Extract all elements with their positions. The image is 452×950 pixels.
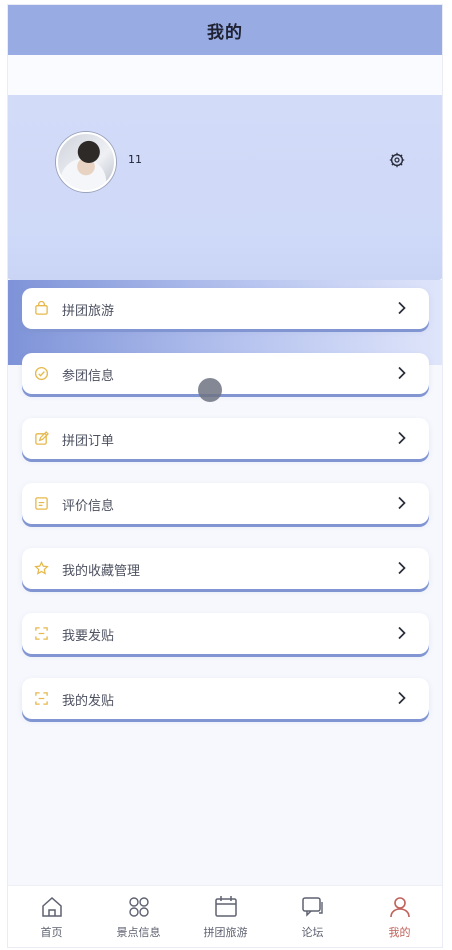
menu-item-reviews[interactable]: 评价信息	[22, 483, 429, 524]
chevron-right-icon	[398, 561, 406, 575]
menu-item-label: 我要发贴	[62, 629, 115, 644]
check-circle-icon	[34, 366, 49, 381]
menu-item-label: 我的发贴	[62, 694, 115, 709]
menu-item-join-info[interactable]: 参团信息	[22, 353, 429, 394]
chevron-right-icon	[398, 626, 406, 640]
chevron-right-icon	[398, 691, 406, 705]
chevron-right-icon	[398, 431, 406, 445]
tab-label: 我的	[388, 926, 411, 939]
tab-home[interactable]: 首页	[8, 894, 95, 946]
bag-icon	[35, 301, 48, 315]
tab-group-tour[interactable]: 拼团旅游	[182, 894, 269, 946]
profile-card: 11	[8, 95, 442, 290]
chevron-right-icon	[398, 496, 406, 510]
touch-indicator	[198, 378, 222, 402]
tab-label: 景点信息	[116, 926, 161, 939]
calendar-icon	[214, 896, 237, 917]
menu-item-my-posts[interactable]: 我的发贴	[22, 678, 429, 719]
menu-item-label: 参团信息	[62, 369, 115, 384]
tab-attractions[interactable]: 景点信息	[95, 894, 182, 946]
menu-item-label: 拼团旅游	[62, 304, 115, 319]
chevron-right-icon	[398, 366, 406, 380]
menu-item-orders[interactable]: 拼团订单	[22, 418, 429, 459]
home-icon	[41, 896, 62, 917]
tab-mine[interactable]: 我的	[356, 894, 442, 946]
phone-screen: 我的 11 拼团旅游 参团信息 拼团订单 评价信息 我的收藏管理 我要发贴 我的…	[7, 4, 443, 948]
menu-item-new-post[interactable]: 我要发贴	[22, 613, 429, 654]
post-icon	[35, 692, 48, 705]
edit-icon	[35, 431, 49, 445]
tab-forum[interactable]: 论坛	[269, 894, 356, 946]
menu-item-group-tour[interactable]: 拼团旅游	[22, 288, 429, 329]
star-icon	[34, 561, 49, 575]
chevron-right-icon	[398, 301, 406, 315]
settings-icon[interactable]	[388, 151, 406, 169]
header-spacer	[8, 55, 442, 95]
top-navbar: 我的	[8, 5, 442, 55]
tab-label: 论坛	[301, 926, 324, 939]
page-title: 我的	[207, 22, 243, 43]
menu-item-label: 评价信息	[62, 499, 115, 514]
post-icon	[35, 627, 48, 640]
menu-item-favorites[interactable]: 我的收藏管理	[22, 548, 429, 589]
avatar[interactable]	[56, 132, 116, 192]
grid-icon	[128, 897, 149, 917]
menu-item-label: 拼团订单	[62, 434, 115, 449]
comment-icon	[35, 497, 48, 510]
username: 11	[128, 153, 142, 166]
user-icon	[389, 897, 410, 918]
menu-item-label: 我的收藏管理	[62, 564, 141, 579]
tab-label: 首页	[40, 926, 63, 939]
tab-label: 拼团旅游	[203, 926, 248, 939]
chat-icon	[301, 897, 323, 917]
bottom-tabbar: 首页 景点信息 拼团旅游 论坛 我的	[8, 885, 442, 947]
